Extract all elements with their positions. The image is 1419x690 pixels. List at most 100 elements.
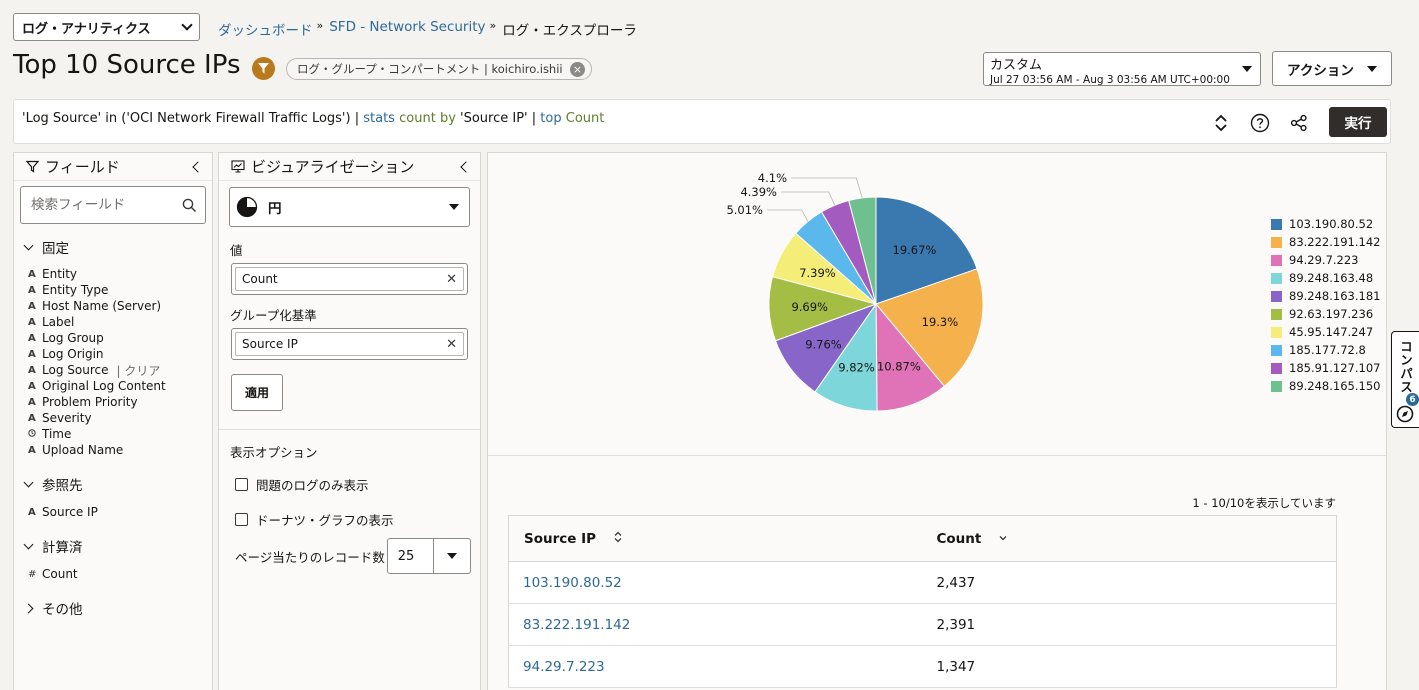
cell-source-ip[interactable]: 83.222.191.142	[508, 603, 922, 646]
cell-source-ip[interactable]: 103.190.80.52	[508, 561, 922, 604]
field-item-problem-priority[interactable]: A Problem Priority	[14, 394, 212, 410]
pie-slice-label: 9.69%	[791, 300, 828, 314]
clock-icon	[28, 428, 42, 440]
run-button[interactable]: 実行	[1329, 107, 1387, 137]
field-item-original-log-content[interactable]: A Original Log Content	[14, 378, 212, 394]
collapse-panel-icon[interactable]	[460, 160, 472, 173]
divider	[219, 429, 480, 430]
query-top-field: Count	[565, 111, 605, 126]
chevron-down-icon	[23, 539, 34, 550]
app-select[interactable]: ログ・アナリティクス	[13, 13, 200, 41]
compartment-chip: ログ・グループ・コンパートメント | koichiro.ishii ×	[286, 58, 592, 80]
records-per-page-select[interactable]: 25	[386, 538, 471, 574]
results-table: Source IP Count 103.190.80.52 2,437 83.2…	[508, 515, 1337, 688]
visualization-icon	[231, 160, 245, 173]
breadcrumb-dashboards[interactable]: ダッシュボード	[218, 19, 313, 39]
cell-source-ip[interactable]: 94.29.7.223	[508, 645, 922, 688]
remove-icon[interactable]: ✕	[446, 272, 457, 287]
legend-item[interactable]: 94.29.7.223	[1271, 251, 1380, 269]
actions-button[interactable]: アクション	[1272, 51, 1392, 86]
only-problem-logs-option[interactable]: 問題のログのみ表示	[235, 475, 480, 494]
group-by-label: グループ化基準	[230, 308, 317, 323]
compartment-chip-label: ログ・グループ・コンパートメント | koichiro.ishii	[297, 62, 563, 76]
close-icon[interactable]: ×	[570, 61, 585, 77]
legend-item[interactable]: 89.248.165.150	[1271, 377, 1380, 395]
field-label: Severity	[42, 411, 92, 425]
visualization-type-label: 円	[268, 201, 282, 217]
field-item-label[interactable]: A Label	[14, 314, 212, 330]
pie-chart: 19.67% 19.3% 10.87%9.82% 9.76% 9.69% 7.39% 5.0…	[726, 171, 984, 412]
field-search[interactable]	[20, 186, 206, 224]
group-referenced[interactable]: 参照先	[14, 474, 212, 494]
app-select-label: ログ・アナリティクス	[22, 21, 151, 37]
filter-icon[interactable]	[252, 57, 275, 80]
legend-swatch	[1271, 362, 1282, 374]
dropdown-button[interactable]	[432, 539, 470, 573]
legend-item[interactable]: 185.177.72.8	[1271, 341, 1380, 359]
field-label: Log Group	[42, 331, 104, 345]
group-calculated[interactable]: 計算済	[14, 536, 212, 556]
field-item-entity[interactable]: A Entity	[14, 266, 212, 282]
time-range-select[interactable]: カスタム Jul 27 03:56 AM - Aug 3 03:56 AM UT…	[983, 52, 1261, 86]
group-other-label: その他	[42, 602, 83, 618]
field-item-source-ip[interactable]: A Source IP	[14, 504, 212, 520]
time-range-label: カスタム	[990, 58, 1043, 73]
field-item-log-group[interactable]: A Log Group	[14, 330, 212, 346]
legend-item[interactable]: 45.95.147.247	[1271, 323, 1380, 341]
help-icon[interactable]	[1249, 112, 1271, 134]
query-source-clause: 'Log Source' in ('OCI Network Firewall T…	[22, 111, 351, 126]
field-label: Label	[42, 315, 75, 329]
legend-item[interactable]: 92.63.197.236	[1271, 305, 1380, 323]
column-header-count[interactable]: Count	[921, 515, 1337, 562]
field-item-host-name[interactable]: A Host Name (Server)	[14, 298, 212, 314]
group-pinned-label: 固定	[42, 241, 69, 257]
legend-item[interactable]: 89.248.163.48	[1271, 269, 1380, 287]
field-item-count[interactable]: # Count	[14, 566, 212, 582]
legend-item[interactable]: 89.248.163.181	[1271, 287, 1380, 305]
sort-descending-icon[interactable]	[998, 532, 1008, 545]
field-item-time[interactable]: Time	[14, 426, 212, 442]
apply-button[interactable]: 適用	[231, 374, 283, 411]
field-item-upload-name[interactable]: A Upload Name	[14, 442, 212, 458]
group-other[interactable]: その他	[14, 598, 212, 618]
field-search-input[interactable]	[31, 197, 182, 213]
legend-item[interactable]: 103.190.80.52	[1271, 215, 1380, 233]
field-item-entity-type[interactable]: A Entity Type	[14, 282, 212, 298]
visualization-type-select[interactable]: 円	[229, 187, 470, 227]
collapse-panel-icon[interactable]	[192, 160, 204, 173]
records-per-page-value: 25	[397, 548, 415, 564]
only-problem-logs-checkbox[interactable]	[235, 478, 248, 491]
breadcrumb-dashboard[interactable]: SFD - Network Security	[329, 19, 485, 39]
query-top-keyword: top	[540, 111, 562, 126]
field-item-log-origin[interactable]: A Log Origin	[14, 346, 212, 362]
group-by-field-input[interactable]: Source IP ✕	[231, 328, 468, 360]
field-item-log-source[interactable]: A Log Source | クリア	[14, 362, 212, 378]
caret-down-icon	[1367, 65, 1377, 72]
compass-tab[interactable]: コンパス 6	[1391, 331, 1419, 428]
remove-icon[interactable]: ✕	[446, 337, 457, 352]
share-icon[interactable]	[1288, 112, 1310, 134]
legend-item[interactable]: 83.222.191.142	[1271, 233, 1380, 251]
field-item-severity[interactable]: A Severity	[14, 410, 212, 426]
donut-option[interactable]: ドーナツ・グラフの表示	[235, 510, 480, 529]
group-by-tag-label: Source IP	[242, 337, 298, 351]
text-type-icon: A	[28, 380, 36, 392]
text-type-icon: A	[28, 332, 36, 344]
chevron-down-icon	[23, 240, 34, 251]
value-field-input[interactable]: Count ✕	[231, 263, 468, 295]
only-problem-logs-label: 問題のログのみ表示	[256, 478, 369, 493]
query-bar[interactable]: 'Log Source' in ('OCI Network Firewall T…	[13, 99, 1391, 144]
expand-collapse-icon[interactable]	[1210, 112, 1232, 134]
chevron-down-icon	[181, 19, 193, 31]
cell-count: 2,391	[921, 603, 1337, 646]
column-header-source-ip[interactable]: Source IP	[508, 515, 922, 562]
sort-icon[interactable]	[613, 531, 623, 546]
legend-label: 185.91.127.107	[1289, 361, 1381, 375]
query-editor[interactable]: 'Log Source' in ('OCI Network Firewall T…	[22, 111, 604, 126]
legend-item[interactable]: 185.91.127.107	[1271, 359, 1380, 377]
donut-checkbox[interactable]	[235, 513, 248, 526]
chart-legend: 103.190.80.52 83.222.191.142 94.29.7.223 89…	[1271, 215, 1380, 395]
group-pinned[interactable]: 固定	[14, 237, 212, 257]
text-type-icon: A	[28, 412, 36, 424]
clear-filter-link[interactable]: | クリア	[116, 362, 160, 379]
